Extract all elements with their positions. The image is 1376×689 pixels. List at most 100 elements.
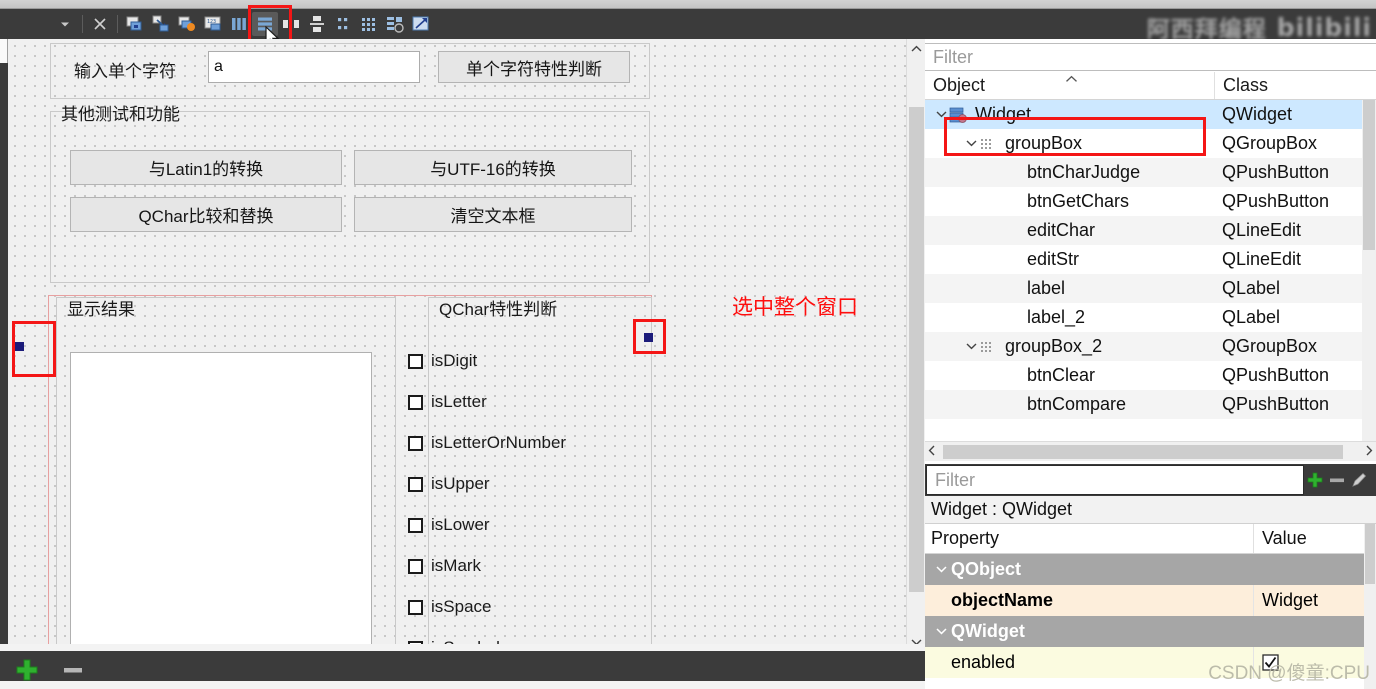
tree-row-editstr[interactable]: editStr QLineEdit (925, 245, 1376, 274)
btn-latin1-convert[interactable]: 与Latin1的转换 (70, 150, 342, 185)
object-filter-input[interactable]: Filter (925, 43, 1376, 71)
tree-row-label[interactable]: label QLabel (925, 274, 1376, 303)
twisty-expanded-icon[interactable] (963, 138, 979, 150)
property-row-enabled[interactable]: enabled (925, 647, 1376, 678)
tree-row-class-label: QLineEdit (1222, 220, 1302, 240)
property-name-label: objectName (951, 590, 1054, 610)
edit-tab-order-icon[interactable]: 123 (200, 12, 226, 36)
tree-row-groupbox-2[interactable]: groupBox_2 QGroupBox (925, 332, 1376, 361)
textedit-result[interactable] (70, 352, 372, 651)
object-tree[interactable]: Widget QWidget groupBox QGroupBox btnCha… (925, 100, 1376, 441)
object-tree-horizontal-scrollbar[interactable] (925, 441, 1376, 461)
tree-row-class-label: QPushButton (1222, 394, 1330, 414)
tree-row-btnclear[interactable]: btnClear QPushButton (925, 361, 1376, 390)
layout-grid-icon[interactable] (356, 12, 382, 36)
edit-widgets-icon[interactable] (122, 12, 148, 36)
column-header-object[interactable]: Object (925, 72, 1214, 99)
property-group-qwidget[interactable]: QWidget (925, 616, 1376, 647)
property-value[interactable]: Widget (1253, 585, 1376, 616)
window-chrome-strip (0, 0, 1376, 9)
tree-row-object-label: btnCompare (1027, 394, 1127, 414)
btn-utf16-convert[interactable]: 与UTF-16的转换 (354, 150, 632, 185)
close-icon[interactable] (87, 12, 113, 36)
object-tree-vertical-scrollbar[interactable] (1362, 100, 1376, 441)
checkbox-ismark[interactable]: isMark (408, 556, 481, 576)
tree-row-object-label: label (1027, 278, 1066, 298)
edit-char-input[interactable]: a (208, 51, 420, 83)
toolbar-separator-2 (117, 15, 118, 33)
checkbox-box (408, 435, 423, 451)
adjust-size-icon[interactable] (408, 12, 434, 36)
twisty-expanded-icon[interactable] (933, 109, 949, 121)
column-header-class[interactable]: Class (1214, 72, 1376, 99)
twisty-expanded-icon[interactable] (931, 564, 951, 576)
property-value-enabled-checkbox[interactable] (1253, 647, 1376, 678)
tree-row-object-label: Widget (975, 104, 1032, 124)
hscroll-right-arrow-icon[interactable] (1365, 445, 1373, 459)
hscroll-left-arrow-icon[interactable] (928, 445, 936, 459)
layout-form-icon[interactable] (330, 12, 356, 36)
form-canvas[interactable]: 输入单个字符 a 单个字符特性判断 其他测试和功能 与Latin1的转换 与UT… (8, 39, 906, 651)
twisty-expanded-icon[interactable] (963, 341, 979, 353)
tree-row-btncharjudge[interactable]: btnCharJudge QPushButton (925, 158, 1376, 187)
dropdown-arrow-icon[interactable] (52, 12, 78, 36)
property-list-vscroll-thumb[interactable] (1365, 524, 1375, 584)
configure-icon[interactable] (1348, 465, 1370, 495)
checkbox-islower[interactable]: isLower (408, 515, 490, 535)
checked-checkbox-icon (1262, 654, 1279, 671)
checkbox-isupper[interactable]: isUpper (408, 474, 490, 494)
remove-icon[interactable] (58, 657, 88, 683)
form-vertical-scrollbar[interactable] (906, 39, 925, 651)
design-form[interactable]: 输入单个字符 a 单个字符特性判断 其他测试和功能 与Latin1的转换 与UT… (8, 39, 906, 651)
add-icon[interactable] (12, 657, 42, 683)
property-filter-input[interactable]: Filter (926, 465, 1304, 495)
layout-splitter-v-icon[interactable] (304, 12, 330, 36)
checkbox-isdigit[interactable]: isDigit (408, 351, 477, 371)
twisty-expanded-icon[interactable] (931, 626, 951, 638)
tree-row-label-2[interactable]: label_2 QLabel (925, 303, 1376, 332)
checkbox-label: isLower (431, 515, 490, 534)
property-group-value (1253, 616, 1376, 647)
object-filter-placeholder: Filter (933, 46, 973, 67)
checkbox-isspace[interactable]: isSpace (408, 597, 491, 617)
checkbox-isletter[interactable]: isLetter (408, 392, 487, 412)
selection-handle-right[interactable] (644, 333, 653, 342)
left-dock-tab[interactable] (0, 39, 8, 63)
column-header-value[interactable]: Value (1253, 524, 1376, 553)
property-group-qobject[interactable]: QObject (925, 554, 1376, 585)
property-group-label: QObject (951, 559, 1022, 579)
checkbox-isletterornumber[interactable]: isLetterOrNumber (408, 433, 566, 453)
btn-qchar-compare[interactable]: QChar比较和替换 (70, 197, 342, 232)
object-tree-vscroll-thumb[interactable] (1363, 100, 1375, 250)
property-row-objectname[interactable]: objectName Widget (925, 585, 1376, 616)
btn-char-judge[interactable]: 单个字符特性判断 (438, 51, 630, 83)
checkbox-label: isLetter (431, 392, 487, 411)
tree-row-groupbox[interactable]: groupBox QGroupBox (925, 129, 1376, 158)
remove-property-icon[interactable] (1326, 465, 1348, 495)
tree-row-object-label: label_2 (1027, 307, 1086, 327)
object-tree-hscroll-thumb[interactable] (943, 445, 1343, 459)
left-dock-gutter (0, 39, 8, 651)
tree-row-widget[interactable]: Widget QWidget (925, 100, 1376, 129)
bottom-tab-strip[interactable] (0, 681, 925, 689)
tree-row-object-label: btnGetChars (1027, 191, 1130, 211)
form-scrollbar-thumb[interactable] (909, 107, 924, 592)
tree-row-btncompare[interactable]: btnCompare QPushButton (925, 390, 1376, 419)
break-layout-icon[interactable] (382, 12, 408, 36)
layout-splitter-h-icon[interactable] (278, 12, 304, 36)
column-header-property[interactable]: Property (925, 524, 1253, 553)
scroll-up-arrow-icon[interactable] (907, 39, 926, 58)
tree-row-object-label: groupBox_2 (1005, 336, 1103, 356)
property-name-label: enabled (951, 652, 1016, 672)
selection-handle-left[interactable] (15, 342, 24, 351)
property-list-vertical-scrollbar[interactable] (1364, 524, 1376, 689)
groupbox-icon (979, 339, 999, 355)
add-property-icon[interactable] (1304, 465, 1326, 495)
edit-signals-slots-icon[interactable] (148, 12, 174, 36)
tree-row-btngetchars[interactable]: btnGetChars QPushButton (925, 187, 1376, 216)
edit-buddies-icon[interactable] (174, 12, 200, 36)
property-list[interactable]: QObject objectName Widget QWidget enable… (925, 554, 1376, 689)
btn-clear-textbox[interactable]: 清空文本框 (354, 197, 632, 232)
layout-horizontally-icon[interactable] (226, 12, 252, 36)
tree-row-editchar[interactable]: editChar QLineEdit (925, 216, 1376, 245)
